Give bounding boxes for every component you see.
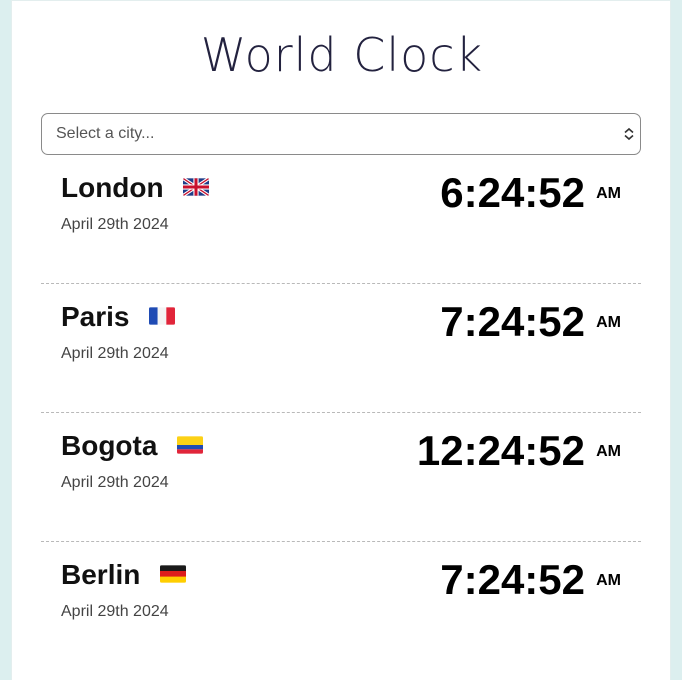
date-label: April 29th 2024 <box>61 345 169 362</box>
clock-row-bogota: Bogota April 29th 2024 12:24:52 AM <box>41 413 641 542</box>
time-display: 7:24:52 <box>440 556 585 603</box>
city-select-placeholder: Select a city... <box>56 125 155 142</box>
ampm-label: AM <box>596 185 621 202</box>
city-select[interactable]: Select a city... <box>41 113 641 155</box>
ampm-label: AM <box>596 314 621 331</box>
time-display: 7:24:52 <box>440 298 585 345</box>
time-display: 12:24:52 <box>416 427 585 474</box>
date-label: April 29th 2024 <box>61 216 169 233</box>
clock-row-london: London April 29th 2024 6:24:52 AM <box>41 155 641 284</box>
time-display: 6:24:52 <box>440 169 585 216</box>
city-name: London <box>61 171 210 205</box>
ampm-label: AM <box>596 443 621 460</box>
city-name: Bogota <box>61 429 204 463</box>
clock-row-berlin: Berlin April 29th 2024 7:24:52 AM <box>41 542 641 671</box>
city-name: Paris <box>61 300 176 334</box>
colombia-flag-icon <box>177 436 204 454</box>
ampm-label: AM <box>596 572 621 589</box>
france-flag-icon <box>149 307 176 325</box>
germany-flag-icon <box>160 565 187 583</box>
city-name: Berlin <box>61 558 187 592</box>
chevron-up-down-icon <box>624 127 634 141</box>
uk-flag-icon <box>183 178 210 196</box>
clock-row-paris: Paris April 29th 2024 7:24:52 AM <box>41 284 641 413</box>
world-clock-card: World Clock Select a city... London Apri… <box>11 0 671 680</box>
date-label: April 29th 2024 <box>61 603 169 620</box>
date-label: April 29th 2024 <box>61 474 169 491</box>
page-title: World Clock <box>200 28 484 82</box>
